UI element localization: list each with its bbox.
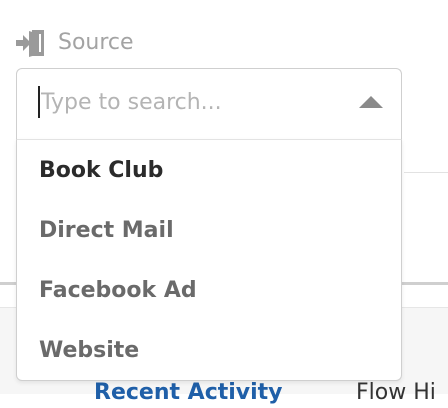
source-dropdown-list: Book Club Direct Mail Facebook Ad Websit… [16,139,402,381]
text-cursor [38,86,40,118]
source-label-text: Source [58,29,134,55]
sign-in-icon [16,30,44,57]
option-website[interactable]: Website [39,336,139,366]
option-facebook-ad[interactable]: Facebook Ad [39,276,197,306]
tab-flow-history[interactable]: Flow Hi [356,378,436,408]
option-direct-mail[interactable]: Direct Mail [39,216,174,246]
chevron-up-icon[interactable] [359,95,383,109]
option-book-club[interactable]: Book Club [39,156,163,186]
source-search-box[interactable] [16,68,402,139]
background-panel-edge [404,172,448,173]
tab-recent-activity[interactable]: Recent Activity [94,378,283,408]
source-field-label: Source [15,26,134,58]
source-search-input[interactable] [41,83,351,121]
